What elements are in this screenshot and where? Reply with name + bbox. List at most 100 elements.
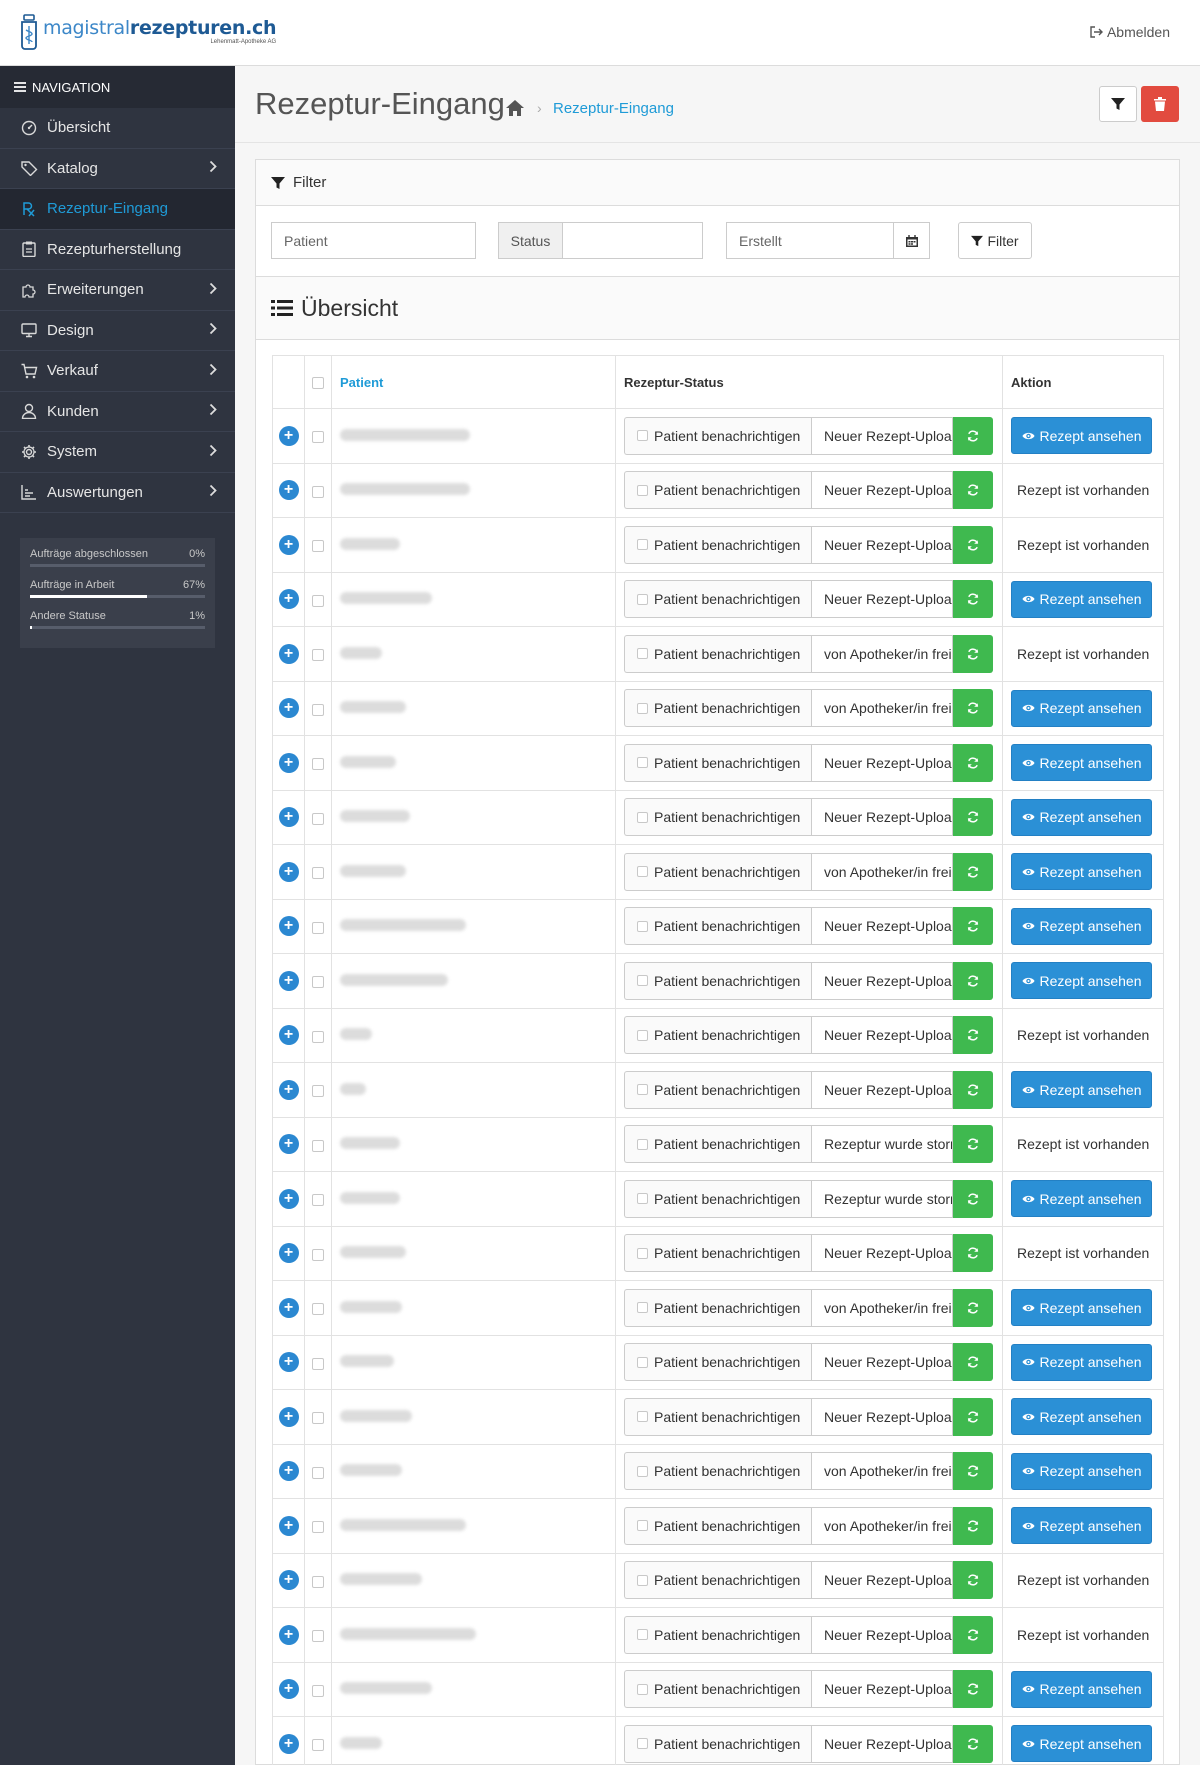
- status-select[interactable]: Neuer Rezept-Upload: [811, 1397, 953, 1436]
- notify-patient-toggle[interactable]: Patient benachrichtigen: [624, 689, 811, 728]
- update-status-button[interactable]: [953, 1670, 993, 1709]
- update-status-button[interactable]: [953, 1070, 993, 1109]
- status-select[interactable]: von Apotheker/in freigegeben: [811, 852, 953, 891]
- sidebar-item-rezeptur-eingang[interactable]: Rezeptur-Eingang: [0, 189, 235, 230]
- row-select-checkbox[interactable]: [312, 1521, 324, 1534]
- update-status-button[interactable]: [953, 580, 993, 619]
- row-select-checkbox[interactable]: [312, 1030, 324, 1043]
- status-select[interactable]: Neuer Rezept-Upload: [811, 580, 953, 619]
- update-status-button[interactable]: [953, 471, 993, 510]
- home-icon[interactable]: [505, 98, 525, 118]
- view-prescription-button[interactable]: Rezept ansehen: [1011, 1343, 1152, 1381]
- expand-row-icon[interactable]: +: [278, 1679, 299, 1700]
- status-select[interactable]: von Apotheker/in freigegeben: [811, 1506, 953, 1545]
- patient-filter-input[interactable]: Patient: [271, 222, 476, 259]
- row-select-checkbox[interactable]: [312, 1739, 324, 1752]
- logout-link[interactable]: Abmelden: [1089, 24, 1170, 40]
- expand-row-icon[interactable]: +: [278, 1243, 299, 1264]
- status-select[interactable]: Neuer Rezept-Upload: [811, 961, 953, 1000]
- expand-row-icon[interactable]: +: [278, 1406, 299, 1427]
- update-status-button[interactable]: [953, 798, 993, 837]
- row-select-checkbox[interactable]: [312, 1357, 324, 1370]
- row-select-checkbox[interactable]: [312, 1575, 324, 1588]
- sidebar-item-system[interactable]: System: [0, 432, 235, 473]
- notify-patient-toggle[interactable]: Patient benachrichtigen: [624, 743, 811, 782]
- expand-row-icon[interactable]: +: [278, 1570, 299, 1591]
- notify-patient-checkbox[interactable]: [637, 1029, 648, 1041]
- notify-patient-checkbox[interactable]: [637, 1411, 648, 1423]
- select-all-checkbox[interactable]: [312, 377, 324, 390]
- view-prescription-button[interactable]: Rezept ansehen: [1011, 1289, 1152, 1327]
- sidebar-item-erweiterungen[interactable]: Erweiterungen: [0, 270, 235, 311]
- update-status-button[interactable]: [953, 852, 993, 891]
- notify-patient-toggle[interactable]: Patient benachrichtigen: [624, 1670, 811, 1709]
- notify-patient-toggle[interactable]: Patient benachrichtigen: [624, 1125, 811, 1164]
- notify-patient-checkbox[interactable]: [637, 593, 648, 605]
- update-status-button[interactable]: [953, 1397, 993, 1436]
- expand-row-icon[interactable]: +: [278, 970, 299, 991]
- notify-patient-checkbox[interactable]: [637, 1084, 648, 1096]
- row-select-checkbox[interactable]: [312, 703, 324, 716]
- row-select-checkbox[interactable]: [312, 485, 324, 498]
- sidebar-item-auswertungen[interactable]: Auswertungen: [0, 473, 235, 513]
- row-select-checkbox[interactable]: [312, 1630, 324, 1643]
- status-select[interactable]: Neuer Rezept-Upload: [811, 1234, 953, 1273]
- view-prescription-button[interactable]: Rezept ansehen: [1011, 1670, 1152, 1708]
- expand-row-icon[interactable]: +: [278, 1733, 299, 1754]
- notify-patient-toggle[interactable]: Patient benachrichtigen: [624, 1234, 811, 1273]
- row-select-checkbox[interactable]: [312, 1466, 324, 1479]
- update-status-button[interactable]: [953, 1016, 993, 1055]
- notify-patient-checkbox[interactable]: [637, 757, 648, 769]
- notify-patient-toggle[interactable]: Patient benachrichtigen: [624, 1724, 811, 1763]
- expand-row-icon[interactable]: +: [278, 861, 299, 882]
- notify-patient-toggle[interactable]: Patient benachrichtigen: [624, 1070, 811, 1109]
- update-status-button[interactable]: [953, 689, 993, 728]
- notify-patient-toggle[interactable]: Patient benachrichtigen: [624, 907, 811, 946]
- update-status-button[interactable]: [953, 1343, 993, 1382]
- view-prescription-button[interactable]: Rezept ansehen: [1011, 907, 1152, 945]
- row-select-checkbox[interactable]: [312, 594, 324, 607]
- notify-patient-toggle[interactable]: Patient benachrichtigen: [624, 471, 811, 510]
- view-prescription-button[interactable]: Rezept ansehen: [1011, 1398, 1152, 1436]
- apply-filter-button[interactable]: Filter: [958, 222, 1032, 259]
- notify-patient-checkbox[interactable]: [637, 1356, 648, 1368]
- sidebar-item-verkauf[interactable]: Verkauf: [0, 351, 235, 392]
- notify-patient-checkbox[interactable]: [637, 920, 648, 932]
- view-prescription-button[interactable]: Rezept ansehen: [1011, 1507, 1152, 1545]
- expand-row-icon[interactable]: +: [278, 425, 299, 446]
- row-select-checkbox[interactable]: [312, 921, 324, 934]
- update-status-button[interactable]: [953, 743, 993, 782]
- view-prescription-button[interactable]: Rezept ansehen: [1011, 853, 1152, 891]
- row-select-checkbox[interactable]: [312, 649, 324, 662]
- notify-patient-checkbox[interactable]: [637, 648, 648, 660]
- view-prescription-button[interactable]: Rezept ansehen: [1011, 689, 1152, 727]
- notify-patient-checkbox[interactable]: [637, 430, 648, 442]
- view-prescription-button[interactable]: Rezept ansehen: [1011, 962, 1152, 1000]
- row-select-checkbox[interactable]: [312, 431, 324, 444]
- update-status-button[interactable]: [953, 634, 993, 673]
- notify-patient-checkbox[interactable]: [637, 811, 648, 823]
- notify-patient-checkbox[interactable]: [637, 702, 648, 714]
- view-prescription-button[interactable]: Rezept ansehen: [1011, 798, 1152, 836]
- expand-row-icon[interactable]: +: [278, 643, 299, 664]
- expand-row-icon[interactable]: +: [278, 807, 299, 828]
- expand-row-icon[interactable]: +: [278, 1134, 299, 1155]
- notify-patient-checkbox[interactable]: [637, 1193, 648, 1205]
- view-prescription-button[interactable]: Rezept ansehen: [1011, 1725, 1152, 1763]
- notify-patient-toggle[interactable]: Patient benachrichtigen: [624, 852, 811, 891]
- notify-patient-checkbox[interactable]: [637, 975, 648, 987]
- status-select[interactable]: Neuer Rezept-Upload: [811, 471, 953, 510]
- update-status-button[interactable]: [953, 1452, 993, 1491]
- status-select[interactable]: Neuer Rezept-Upload: [811, 1615, 953, 1654]
- status-select[interactable]: Neuer Rezept-Upload: [811, 1343, 953, 1382]
- view-prescription-button[interactable]: Rezept ansehen: [1011, 580, 1152, 618]
- status-select[interactable]: von Apotheker/in freigegeben: [811, 634, 953, 673]
- view-prescription-button[interactable]: Rezept ansehen: [1011, 417, 1152, 455]
- status-select[interactable]: von Apotheker/in freigegeben: [811, 1452, 953, 1491]
- status-select[interactable]: Neuer Rezept-Upload: [811, 1070, 953, 1109]
- status-select[interactable]: Neuer Rezept-Upload: [811, 743, 953, 782]
- patient-column-header[interactable]: Patient: [331, 355, 616, 409]
- update-status-button[interactable]: [953, 1615, 993, 1654]
- notify-patient-toggle[interactable]: Patient benachrichtigen: [624, 1452, 811, 1491]
- row-select-checkbox[interactable]: [312, 1303, 324, 1316]
